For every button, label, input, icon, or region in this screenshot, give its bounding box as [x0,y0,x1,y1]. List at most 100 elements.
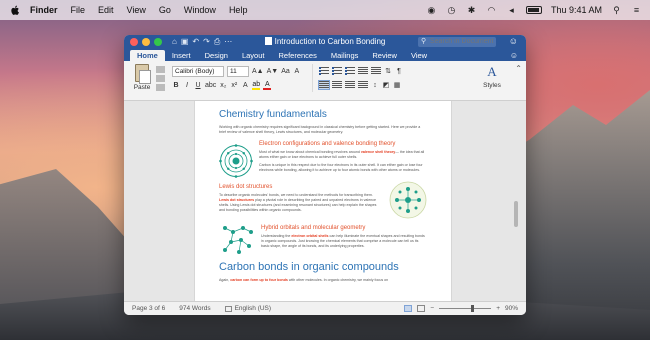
bullets-icon[interactable] [319,67,329,75]
tab-home[interactable]: Home [130,50,165,61]
sort-icon[interactable]: ⇅ [384,67,392,75]
tab-review[interactable]: Review [365,50,404,61]
shading-icon[interactable]: ◩ [382,81,390,89]
underline-button[interactable]: U [194,82,202,89]
notification-center-icon[interactable]: ≡ [631,5,642,16]
share-user-icon[interactable]: ☺ [509,36,518,46]
section-electron-configurations: Electron configurations and valence bond… [219,138,427,178]
proofing-icon[interactable] [224,305,232,312]
document-page[interactable]: Chemistry fundamentals Working with orga… [194,101,452,301]
page-count[interactable]: Page 3 of 6 [132,305,165,312]
paste-label: Paste [133,84,151,91]
save-icon[interactable]: ▣ [181,37,189,47]
menu-go[interactable]: Go [159,5,171,15]
bluetooth-icon[interactable]: ✱ [466,5,477,16]
battery-icon[interactable] [525,6,542,14]
heading-chemistry-fundamentals: Chemistry fundamentals [219,109,327,120]
tab-references[interactable]: References [272,50,324,61]
tab-mailings[interactable]: Mailings [324,50,366,61]
show-formatting-icon[interactable]: ¶ [395,68,403,75]
text-effects-button[interactable]: A [241,82,249,89]
zoom-level[interactable]: 90% [505,305,518,312]
styles-icon: A [487,64,497,79]
tab-view[interactable]: View [404,50,434,61]
minimize-button[interactable] [142,38,150,46]
highlight-button[interactable]: ab [252,81,261,90]
font-group: Calibri (Body) 11 A▲ A▼ Aa A B I U abc x… [172,64,304,92]
increase-indent-icon[interactable] [371,67,381,75]
font-size-select[interactable]: 11 [227,65,249,77]
justify-icon[interactable] [358,81,368,89]
italic-button[interactable]: I [183,82,191,89]
menu-bar: Finder File Edit View Go Window Help ◉ ◷… [0,0,650,20]
more-icon[interactable]: ⋯ [224,37,232,47]
clock-icon[interactable]: ◷ [446,5,457,16]
copy-icon[interactable] [156,75,165,82]
menu-file[interactable]: File [71,5,86,15]
close-button[interactable] [130,38,138,46]
cut-icon[interactable] [156,66,165,73]
menu-help[interactable]: Help [229,5,248,15]
airdrop-icon[interactable]: ◉ [426,5,437,16]
menu-edit[interactable]: Edit [98,5,114,15]
clear-formatting-button[interactable]: A [293,68,301,75]
redo-icon[interactable]: ↷ [203,37,210,47]
grow-font-button[interactable]: A▲ [252,68,264,75]
change-case-button[interactable]: Aa [281,68,290,75]
apple-logo-icon[interactable] [10,5,20,16]
heading-carbon-bonds: Carbon bonds in organic compounds [219,261,399,273]
carbon-bonds-paragraph: Again, carbon can form up to four bonds … [219,278,389,282]
fullscreen-button[interactable] [154,38,162,46]
format-painter-icon[interactable] [156,84,165,91]
lewis-structure-icon [389,181,427,219]
decrease-indent-icon[interactable] [358,67,368,75]
search-box[interactable]: ⚲ [418,37,496,47]
menu-view[interactable]: View [127,5,146,15]
clock-time[interactable]: Thu 9:41 AM [551,5,602,15]
menu-app-finder[interactable]: Finder [30,5,58,15]
zoom-slider-thumb[interactable] [471,305,475,312]
ribbon-tabs: Home Insert Design Layout References Mai… [124,49,526,61]
web-layout-view-icon[interactable] [417,305,426,312]
paste-button[interactable]: Paste [128,64,156,91]
styles-button[interactable]: A Styles [474,64,510,89]
tab-design[interactable]: Design [198,50,235,61]
font-name-select[interactable]: Calibri (Body) [172,65,224,77]
word-count[interactable]: 974 Words [179,305,210,312]
font-color-button[interactable]: A [263,81,272,90]
bold-button[interactable]: B [172,82,180,89]
status-bar: Page 3 of 6 974 Words English (US) − + 9… [124,301,526,315]
undo-icon[interactable]: ↶ [192,37,199,47]
numbering-icon[interactable] [332,67,342,75]
line-spacing-icon[interactable]: ↕ [371,82,379,89]
superscript-button[interactable]: x² [230,82,238,89]
print-layout-view-icon[interactable] [404,305,413,312]
clipboard-mini-group [156,66,166,91]
zoom-slider[interactable] [439,305,492,312]
align-right-icon[interactable] [345,81,355,89]
volume-icon[interactable]: ◂ [506,5,517,16]
intro-paragraph: Working with organic chemistry requires … [219,125,421,134]
shrink-font-button[interactable]: A▼ [267,68,279,75]
align-left-icon[interactable] [318,80,330,90]
wifi-icon[interactable]: ◠ [486,5,497,16]
subscript-button[interactable]: x₂ [219,82,227,89]
collapse-ribbon-icon[interactable]: ⌃ [515,64,522,73]
zoom-in-button[interactable]: + [496,305,500,312]
multilevel-list-icon[interactable] [345,67,355,75]
menu-window[interactable]: Window [184,5,216,15]
feedback-icon[interactable]: ☺ [510,50,526,61]
language-indicator[interactable]: English (US) [235,305,271,312]
home-icon[interactable]: ⌂ [172,37,177,47]
zoom-out-button[interactable]: − [430,305,434,312]
search-input[interactable] [430,38,494,45]
borders-icon[interactable]: ▦ [393,81,401,89]
strikethrough-button[interactable]: abc [205,82,216,89]
search-icon: ⚲ [421,38,427,45]
spotlight-icon[interactable]: ⚲ [611,5,622,16]
tab-insert[interactable]: Insert [165,50,198,61]
align-center-icon[interactable] [332,81,342,89]
vertical-scrollbar[interactable] [514,201,518,227]
tab-layout[interactable]: Layout [235,50,272,61]
print-icon[interactable]: ⎙ [214,37,220,47]
